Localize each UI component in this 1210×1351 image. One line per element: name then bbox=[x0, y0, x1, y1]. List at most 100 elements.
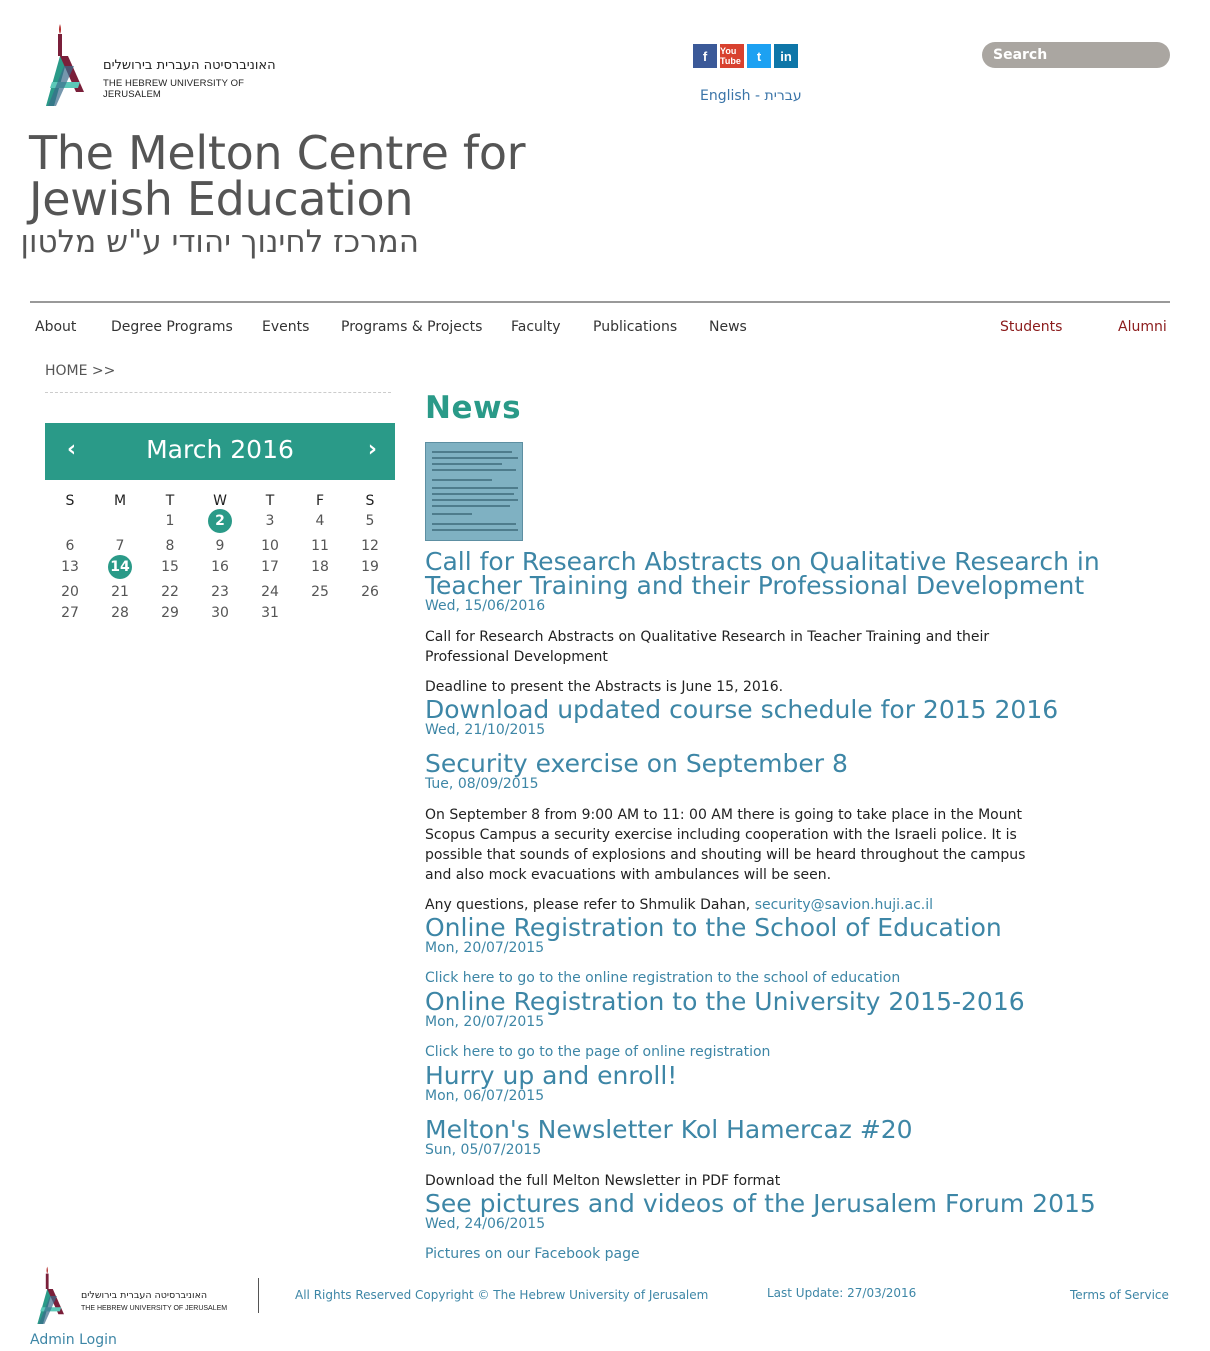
nav-students[interactable]: Students bbox=[1000, 319, 1062, 335]
news-item-title[interactable]: Online Registration to the School of Edu… bbox=[425, 915, 1002, 940]
nav-news[interactable]: News bbox=[709, 319, 747, 335]
news-item-date: Wed, 21/10/2015 bbox=[425, 722, 546, 738]
header-divider bbox=[30, 301, 1170, 303]
news-item-date: Mon, 20/07/2015 bbox=[425, 940, 545, 956]
calendar-day[interactable]: 14 bbox=[95, 555, 145, 579]
news-item-link[interactable]: Click here to go to the online registrat… bbox=[425, 970, 900, 986]
footer-logo-english: THE HEBREW UNIVERSITY OF JERUSALEM bbox=[81, 1305, 228, 1312]
news-item-body: Download the full Melton Newsletter in P… bbox=[425, 1173, 781, 1189]
news-item-body: Call for Research Abstracts on Qualitati… bbox=[425, 629, 990, 665]
linkedin-icon[interactable]: in bbox=[774, 44, 798, 68]
security-email-link[interactable]: security@savion.huji.ac.il bbox=[755, 897, 933, 913]
news-thumbnail[interactable] bbox=[425, 442, 523, 541]
youtube-icon[interactable]: You Tube bbox=[720, 44, 744, 68]
calendar-day[interactable]: 18 bbox=[295, 556, 345, 578]
site-title: The Melton Centre for Jewish Education bbox=[29, 126, 526, 226]
footer-copyright: All Rights Reserved Copyright © The Hebr… bbox=[295, 1288, 709, 1302]
logo-hebrew-text: האוניברסיטה העברית בירושלים bbox=[103, 58, 276, 73]
calendar-day[interactable]: 20 bbox=[45, 581, 95, 603]
news-item-title-cont[interactable]: Teacher Training and their Professional … bbox=[425, 573, 1084, 598]
main-nav: About Degree Programs Events Programs & … bbox=[0, 319, 1210, 339]
calendar-day[interactable]: 5 bbox=[345, 510, 395, 532]
search-box bbox=[982, 42, 1170, 68]
terms-of-service-link[interactable]: Terms of Service bbox=[1070, 1288, 1169, 1302]
calendar-day[interactable]: 16 bbox=[195, 556, 245, 578]
site-title-line2: Jewish Education bbox=[29, 172, 414, 226]
contact-text: Any questions, please refer to Shmulik D… bbox=[425, 897, 755, 913]
search-input[interactable] bbox=[982, 42, 1170, 68]
calendar-day[interactable]: 29 bbox=[145, 602, 195, 624]
facebook-icon[interactable]: f bbox=[693, 44, 717, 68]
news-item-title[interactable]: Melton's Newsletter Kol Hamercaz #20 bbox=[425, 1117, 913, 1142]
nav-degree-programs[interactable]: Degree Programs bbox=[111, 319, 233, 335]
nav-about[interactable]: About bbox=[35, 319, 76, 335]
news-item-date: Wed, 15/06/2016 bbox=[425, 598, 546, 614]
breadcrumb-divider bbox=[45, 392, 391, 393]
calendar-next-icon[interactable]: › bbox=[368, 437, 377, 462]
calendar-day[interactable]: 9 bbox=[195, 535, 245, 557]
calendar-day[interactable]: 24 bbox=[245, 581, 295, 603]
news-item-title[interactable]: Security exercise on September 8 bbox=[425, 751, 848, 776]
calendar-day[interactable]: 31 bbox=[245, 602, 295, 624]
news-item-link[interactable]: Pictures on our Facebook page bbox=[425, 1246, 640, 1262]
nav-events[interactable]: Events bbox=[262, 319, 309, 335]
nav-faculty[interactable]: Faculty bbox=[511, 319, 561, 335]
calendar-day[interactable]: 23 bbox=[195, 581, 245, 603]
site-title-hebrew: המרכז לחינוך יהודי ע"ש מלטון bbox=[20, 224, 419, 260]
lang-hebrew-link[interactable]: עברית bbox=[765, 88, 802, 104]
calendar-day[interactable]: 25 bbox=[295, 581, 345, 603]
calendar-day[interactable]: 30 bbox=[195, 602, 245, 624]
calendar-day[interactable]: 11 bbox=[295, 535, 345, 557]
calendar-day[interactable]: 13 bbox=[45, 556, 95, 578]
calendar-day[interactable]: 26 bbox=[345, 581, 395, 603]
news-item-title[interactable]: See pictures and videos of the Jerusalem… bbox=[425, 1191, 1096, 1216]
calendar-day[interactable]: 10 bbox=[245, 535, 295, 557]
site-title-line1: The Melton Centre for bbox=[29, 126, 526, 180]
news-item-title[interactable]: Online Registration to the University 20… bbox=[425, 989, 1025, 1014]
calendar-day[interactable]: 19 bbox=[345, 556, 395, 578]
news-item-body: Deadline to present the Abstracts is Jun… bbox=[425, 679, 784, 695]
news-item-title[interactable]: Download updated course schedule for 201… bbox=[425, 697, 1058, 722]
footer-last-update: Last Update: 27/03/2016 bbox=[767, 1286, 917, 1300]
calendar-weekday: S bbox=[65, 493, 75, 509]
calendar-day[interactable]: 8 bbox=[145, 535, 195, 557]
news-item-body: Any questions, please refer to Shmulik D… bbox=[425, 895, 1045, 915]
calendar-day[interactable]: 12 bbox=[345, 535, 395, 557]
calendar-day[interactable]: 17 bbox=[245, 556, 295, 578]
news-item-link[interactable]: Click here to go to the page of online r… bbox=[425, 1044, 770, 1060]
nav-programs-projects[interactable]: Programs & Projects bbox=[341, 319, 482, 335]
university-logo[interactable]: האוניברסיטה העברית בירושלים THE HEBREW U… bbox=[44, 22, 304, 110]
lang-english-link[interactable]: English bbox=[700, 88, 751, 104]
admin-login-link[interactable]: Admin Login bbox=[30, 1332, 117, 1348]
calendar-day[interactable]: 6 bbox=[45, 535, 95, 557]
calendar-day[interactable]: 28 bbox=[95, 602, 145, 624]
calendar-day[interactable]: 4 bbox=[295, 510, 345, 532]
footer-logo-icon bbox=[37, 1266, 64, 1324]
calendar-weekday: T bbox=[165, 493, 175, 509]
footer-divider bbox=[258, 1278, 259, 1313]
news-item-body: On September 8 from 9:00 AM to 11: 00 AM… bbox=[425, 807, 1026, 883]
calendar-day[interactable]: 21 bbox=[95, 581, 145, 603]
news-item-date: Tue, 08/09/2015 bbox=[425, 776, 539, 792]
twitter-icon[interactable]: t bbox=[747, 44, 771, 68]
footer-logo[interactable]: האוניברסיטה העברית בירושלים THE HEBREW U… bbox=[36, 1265, 236, 1330]
footer-logo-hebrew: האוניברסיטה העברית בירושלים bbox=[81, 1290, 208, 1301]
calendar-day[interactable]: 3 bbox=[245, 510, 295, 532]
calendar-day[interactable]: 1 bbox=[145, 510, 195, 532]
calendar-day[interactable]: 15 bbox=[145, 556, 195, 578]
news-item-title[interactable]: Hurry up and enroll! bbox=[425, 1063, 677, 1088]
calendar-day[interactable]: 22 bbox=[145, 581, 195, 603]
news-item-date: Mon, 20/07/2015 bbox=[425, 1014, 545, 1030]
calendar-day[interactable]: 27 bbox=[45, 602, 95, 624]
social-links: f You Tube t in bbox=[693, 44, 798, 68]
news-item-date: Sun, 05/07/2015 bbox=[425, 1142, 542, 1158]
logo-english-text: THE HEBREW UNIVERSITY OF JERUSALEM bbox=[103, 78, 245, 100]
nav-publications[interactable]: Publications bbox=[593, 319, 677, 335]
language-switcher: English - עברית bbox=[700, 88, 802, 104]
nav-alumni[interactable]: Alumni bbox=[1118, 319, 1167, 335]
breadcrumb[interactable]: HOME >> bbox=[45, 363, 115, 379]
calendar-weekday: F bbox=[315, 493, 325, 509]
calendar-day[interactable]: 7 bbox=[95, 535, 145, 557]
calendar-day[interactable]: 2 bbox=[195, 509, 245, 533]
news-item-date: Wed, 24/06/2015 bbox=[425, 1216, 546, 1232]
